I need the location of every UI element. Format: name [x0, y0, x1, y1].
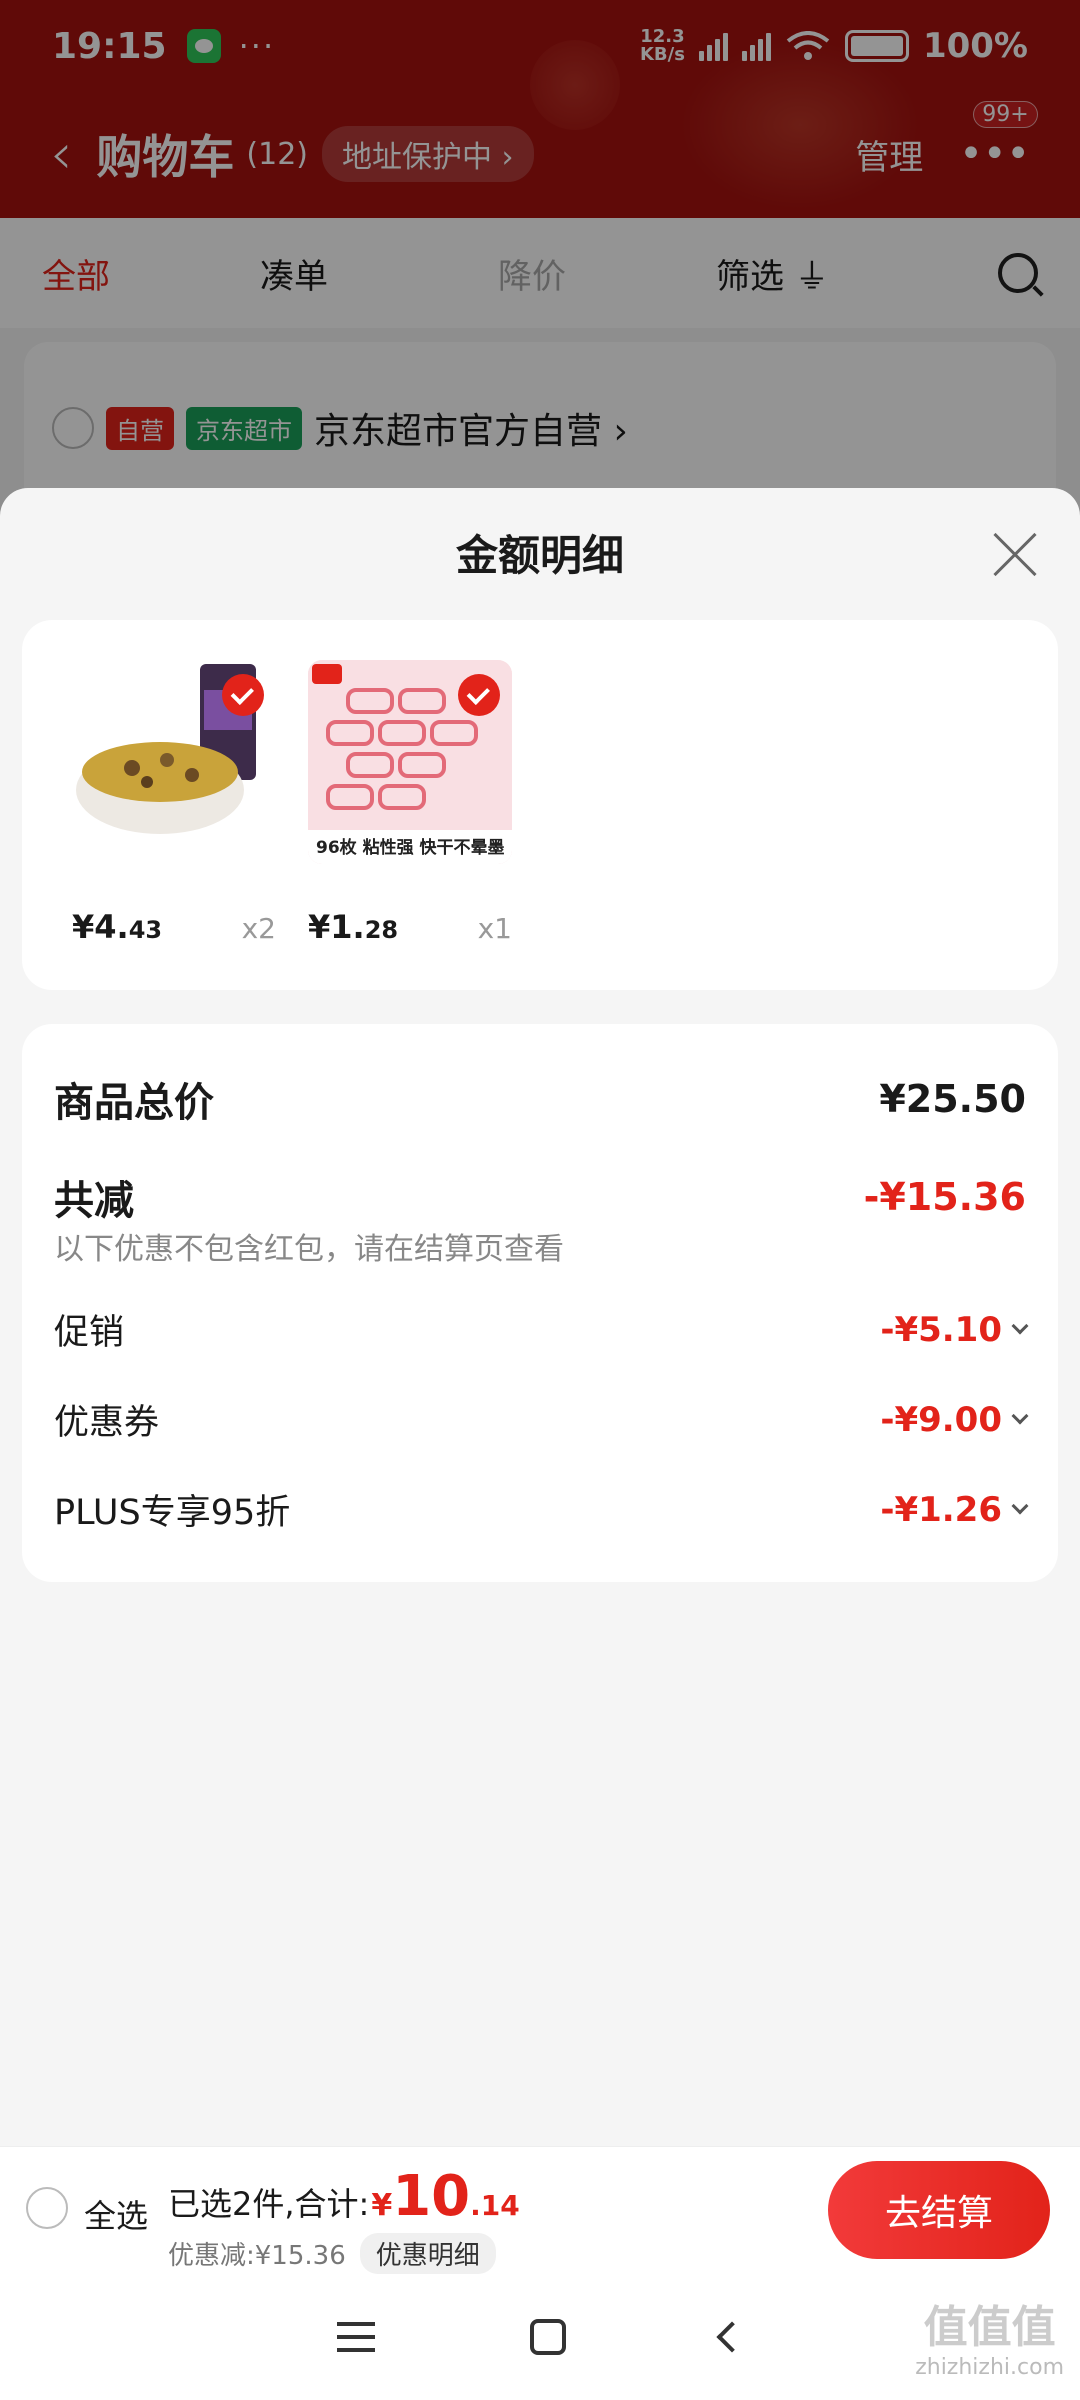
savings-text: 优惠减:¥15.36 — [168, 2241, 346, 2271]
promo-value: -¥5.10 — [880, 1310, 1029, 1350]
select-all-label[interactable]: 全选 — [84, 2191, 148, 2237]
selected-check-icon — [222, 674, 264, 716]
product-image-caption: 96枚 粘性强 快干不晕墨 — [316, 838, 505, 858]
plus-discount-label: PLUS专享95折 — [54, 1493, 291, 1533]
product-price: ¥1.28 — [308, 908, 399, 946]
discount-detail-link[interactable]: 优惠明细 — [359, 2233, 496, 2274]
product-price: ¥4.43 — [72, 908, 163, 946]
product-item[interactable]: ¥4.43 x2 — [72, 660, 276, 946]
selected-check-icon — [458, 674, 500, 716]
product-quantity: x1 — [477, 912, 512, 945]
discount-value: -¥15.36 — [863, 1175, 1026, 1219]
coupon-row[interactable]: 优惠券 -¥9.00 — [54, 1394, 1029, 1445]
total-currency: ¥ — [371, 2188, 393, 2223]
amount-detail-sheet: 金额明细 ¥4.43 x2 96枚 粘性强 快干不晕墨 ¥1.28 x1 商品总… — [0, 488, 1080, 2146]
close-icon[interactable] — [992, 532, 1038, 578]
product-quantity: x2 — [241, 912, 276, 945]
discount-note: 以下优惠不包含红包，请在结算页查看 — [54, 1232, 564, 1267]
watermark-logo: 值值值 zhizhizhi.com — [915, 2302, 1064, 2380]
savings-row: 优惠减:¥15.36 优惠明细 — [168, 2233, 496, 2274]
chevron-down-icon — [1011, 1407, 1029, 1424]
select-all-radio[interactable] — [26, 2187, 68, 2229]
modal-overlay[interactable] — [0, 0, 1080, 540]
total-price-label: 商品总价 — [54, 1080, 214, 1126]
discount-row: 共减 -¥15.36 — [54, 1168, 1026, 1226]
home-icon[interactable] — [529, 2319, 566, 2355]
discount-label: 共减 — [54, 1178, 134, 1224]
back-nav-icon[interactable] — [716, 2321, 748, 2353]
price-summary: 商品总价 ¥25.50 共减 -¥15.36 以下优惠不包含红包，请在结算页查看… — [22, 1024, 1058, 1582]
product-list: ¥4.43 x2 96枚 粘性强 快干不晕墨 ¥1.28 x1 — [22, 620, 1058, 990]
promo-row[interactable]: 促销 -¥5.10 — [54, 1304, 1029, 1355]
promo-label: 促销 — [54, 1313, 125, 1353]
total-decimal: .14 — [470, 2189, 520, 2222]
plus-discount-row[interactable]: PLUS专享95折 -¥1.26 — [54, 1484, 1029, 1535]
product-image — [72, 660, 276, 864]
chevron-down-icon — [1011, 1317, 1029, 1334]
total-integer: 10 — [392, 2164, 471, 2229]
selected-count-text: 已选2件,合计: — [168, 2185, 370, 2223]
checkout-button[interactable]: 去结算 — [828, 2161, 1050, 2259]
selected-total: 已选2件,合计: ¥ 10 .14 — [168, 2164, 520, 2229]
recent-apps-icon[interactable] — [337, 2322, 376, 2352]
coupon-value: -¥9.00 — [880, 1400, 1029, 1440]
sheet-title: 金额明细 — [455, 531, 624, 580]
checkout-bar: 全选 已选2件,合计: ¥ 10 .14 优惠减:¥15.36 优惠明细 去结算 — [0, 2146, 1080, 2274]
coupon-label: 优惠券 — [54, 1403, 160, 1443]
total-price-value: ¥25.50 — [879, 1077, 1026, 1121]
product-image: 96枚 粘性强 快干不晕墨 — [308, 660, 512, 864]
product-item[interactable]: 96枚 粘性强 快干不晕墨 ¥1.28 x1 — [308, 660, 512, 946]
plus-discount-value: -¥1.26 — [880, 1490, 1029, 1530]
chevron-down-icon — [1011, 1497, 1029, 1514]
total-price-row: 商品总价 ¥25.50 — [54, 1070, 1026, 1128]
